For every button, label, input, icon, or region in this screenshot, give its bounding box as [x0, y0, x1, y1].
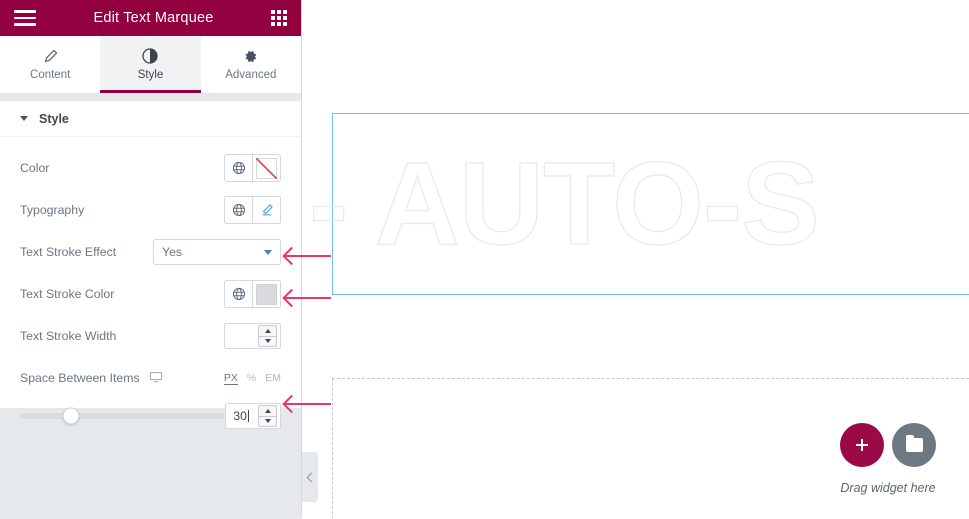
text-stroke-effect-select[interactable]: Yes	[153, 239, 281, 265]
marquee-text: - AUTO-S	[308, 138, 820, 270]
control-color-label: Color	[20, 161, 50, 175]
settings-panel: Edit Text Marquee Content Style Advanced…	[0, 0, 302, 519]
folder-icon	[905, 435, 923, 452]
section-style-header[interactable]: Style	[0, 101, 301, 137]
panel-body: Style Color Typography Text Stroke Effec…	[0, 94, 301, 519]
unit-px[interactable]: PX	[223, 372, 238, 385]
drop-zone-section[interactable]: Drag widget here	[332, 378, 969, 518]
space-between-items-stepper[interactable]	[258, 405, 277, 427]
chevron-down-icon	[20, 116, 28, 121]
style-controls: Color Typography Text Stroke Effect Yes …	[0, 137, 301, 429]
pencil-icon	[43, 47, 58, 65]
control-typography-label: Typography	[20, 203, 85, 217]
space-between-items-label-text: Space Between Items	[20, 371, 140, 385]
annotation-arrow-space-value	[285, 403, 331, 405]
annotation-arrow-stroke-effect	[285, 255, 331, 257]
color-swatch-none[interactable]	[252, 155, 280, 181]
add-template-button[interactable]	[892, 423, 936, 467]
slider-knob[interactable]	[62, 407, 80, 425]
tab-advanced[interactable]: Advanced	[201, 36, 301, 93]
control-text-stroke-effect-label: Text Stroke Effect	[20, 245, 117, 259]
hamburger-icon[interactable]	[14, 10, 36, 26]
annotation-arrow-stroke-color	[285, 297, 331, 299]
panel-header: Edit Text Marquee	[0, 0, 301, 36]
contrast-circle-icon	[142, 47, 159, 65]
stepper-down-icon[interactable]	[259, 337, 276, 347]
space-between-items-value: 30	[233, 409, 247, 423]
plus-icon	[854, 437, 870, 453]
tab-content-label: Content	[30, 69, 71, 82]
add-widget-button[interactable]	[840, 423, 884, 467]
desktop-icon[interactable]	[149, 370, 163, 387]
unit-em[interactable]: EM	[265, 372, 281, 384]
space-between-items-input[interactable]: 30	[225, 403, 281, 429]
chevron-down-icon	[264, 249, 272, 255]
tab-content[interactable]: Content	[0, 36, 100, 93]
control-space-between-items: Space Between Items PX % EM	[20, 357, 281, 399]
text-stroke-color-group	[224, 280, 281, 308]
text-stroke-width-input[interactable]	[224, 323, 281, 349]
globe-icon[interactable]	[225, 155, 252, 181]
widgets-grid-icon[interactable]	[271, 10, 287, 26]
control-color: Color	[20, 147, 281, 189]
elementor-editor: Edit Text Marquee Content Style Advanced…	[0, 0, 969, 519]
text-stroke-width-stepper[interactable]	[258, 325, 277, 347]
space-between-items-slider[interactable]	[20, 407, 226, 425]
section-style-title: Style	[39, 111, 69, 126]
stepper-up-icon[interactable]	[259, 326, 276, 337]
text-cursor	[247, 410, 249, 422]
preview-canvas: - AUTO-S Drag widget here	[303, 0, 969, 518]
control-text-stroke-color: Text Stroke Color	[20, 273, 281, 315]
tab-style[interactable]: Style	[100, 36, 201, 93]
control-text-stroke-color-label: Text Stroke Color	[20, 287, 115, 301]
marquee-section[interactable]: - AUTO-S	[308, 113, 969, 295]
space-between-items-units: PX % EM	[223, 372, 281, 385]
typography-edit-pencil-icon[interactable]	[252, 197, 280, 223]
gear-icon	[243, 47, 258, 65]
drop-zone-inner: Drag widget here	[840, 423, 936, 495]
tab-style-label: Style	[137, 69, 164, 82]
page-title: Edit Text Marquee	[93, 10, 214, 26]
control-text-stroke-effect: Text Stroke Effect Yes	[20, 231, 281, 273]
control-text-stroke-width: Text Stroke Width	[20, 315, 281, 357]
stepper-down-icon[interactable]	[259, 417, 276, 427]
globe-icon[interactable]	[225, 281, 252, 307]
drop-zone-buttons	[840, 423, 936, 467]
chevron-left-icon	[306, 472, 316, 482]
panel-tabs: Content Style Advanced	[0, 36, 301, 94]
text-stroke-effect-value: Yes	[162, 245, 183, 259]
control-text-stroke-width-label: Text Stroke Width	[20, 329, 117, 343]
typography-control-group	[224, 196, 281, 224]
control-typography: Typography	[20, 189, 281, 231]
panel-spacer	[0, 94, 301, 101]
panel-collapse-handle[interactable]	[302, 452, 318, 502]
text-stroke-color-swatch[interactable]	[252, 281, 280, 307]
unit-percent[interactable]: %	[247, 372, 256, 384]
tab-advanced-label: Advanced	[225, 69, 277, 82]
color-control-group	[224, 154, 281, 182]
stepper-up-icon[interactable]	[259, 406, 276, 417]
drag-widget-label: Drag widget here	[840, 481, 936, 495]
globe-icon[interactable]	[225, 197, 252, 223]
control-space-between-items-label: Space Between Items	[20, 370, 163, 387]
